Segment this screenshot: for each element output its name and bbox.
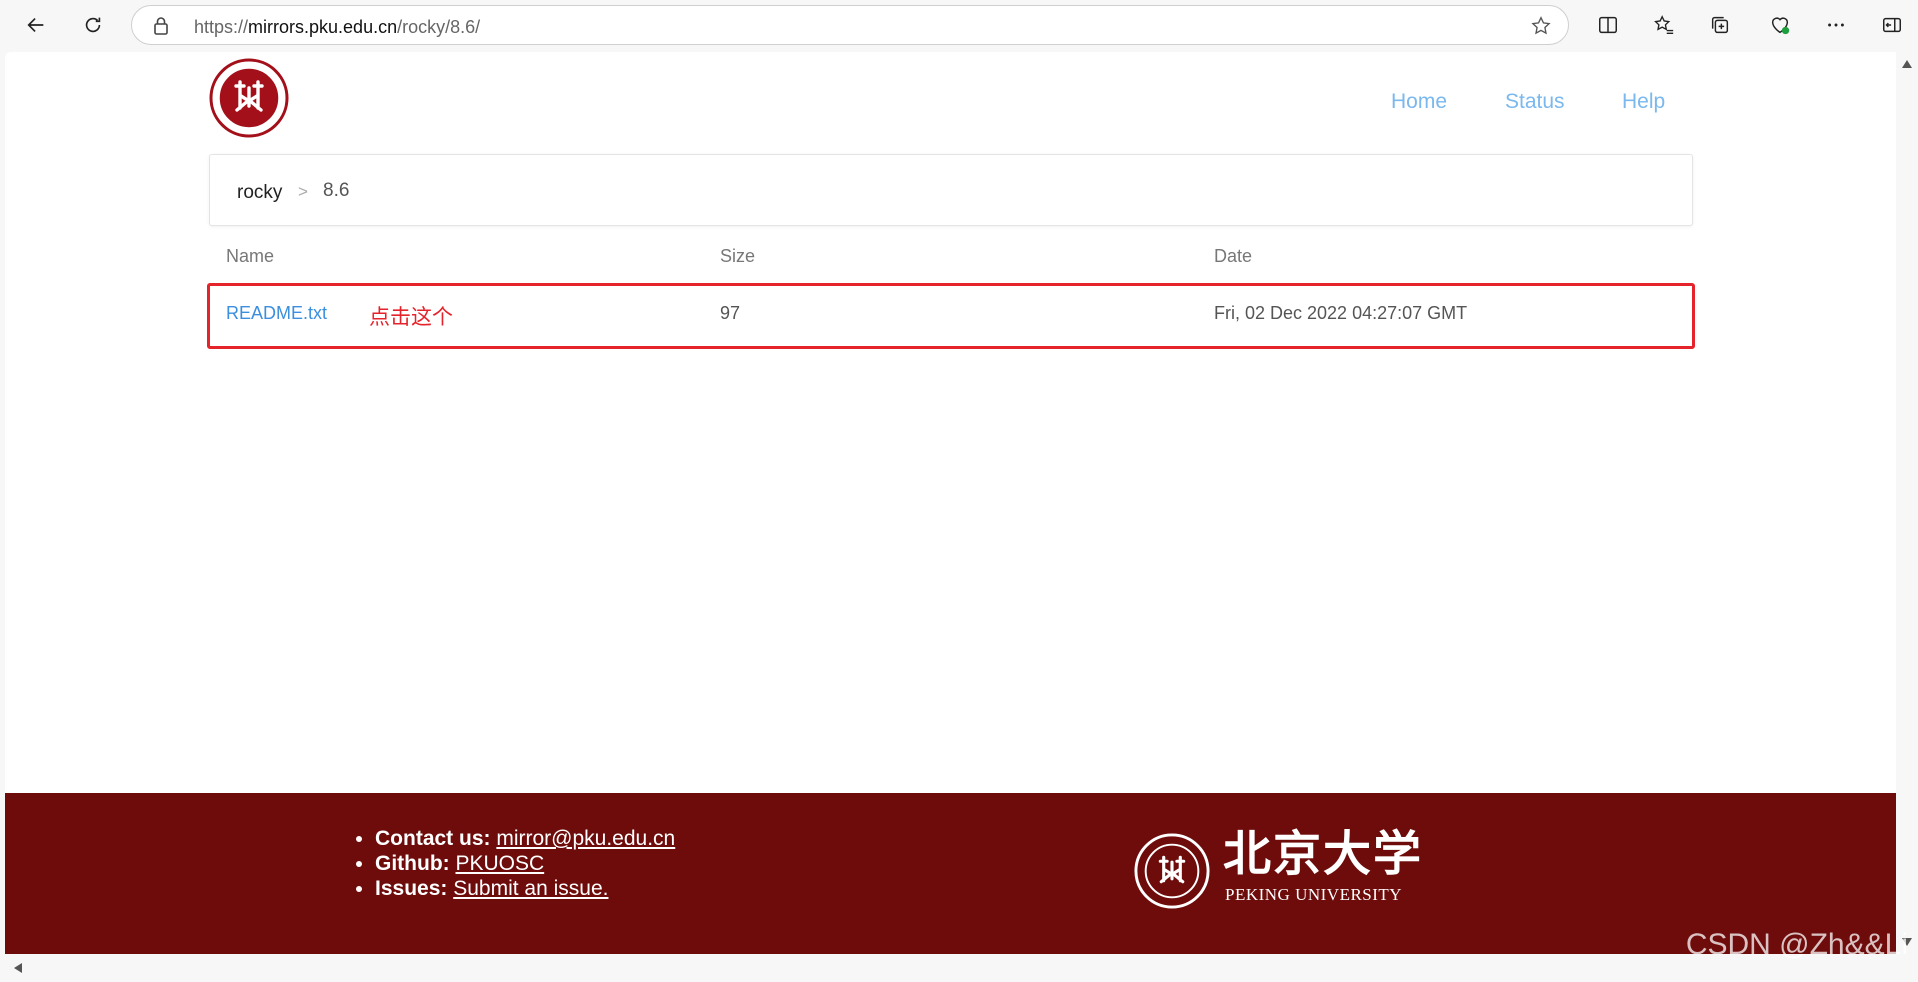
scroll-left-arrow-icon[interactable]: [14, 963, 22, 973]
breadcrumb-item-current: 8.6: [323, 180, 350, 201]
back-arrow-icon: [27, 17, 44, 33]
column-header-name[interactable]: Name: [226, 246, 274, 267]
github-link[interactable]: PKUOSC: [455, 852, 544, 875]
refresh-icon: [85, 17, 101, 33]
breadcrumb: rocky > 8.6: [209, 154, 1693, 226]
split-screen-button[interactable]: [1590, 7, 1626, 43]
chevron-right-icon: >: [298, 182, 308, 201]
watermark: CSDN @Zh&&Li: [1685, 928, 1908, 961]
breadcrumb-item-rocky[interactable]: rocky: [237, 182, 282, 204]
nav-help-link[interactable]: Help: [1622, 90, 1665, 114]
nav-status-link[interactable]: Status: [1505, 90, 1565, 114]
table-header: Name Size Date: [5, 246, 1896, 274]
url-host: mirrors.pku.edu.cn: [248, 17, 398, 37]
url-path: /rocky/8.6/: [397, 17, 481, 37]
top-navigation: Home Status Help: [5, 90, 1896, 120]
browser-toolbar: https://mirrors.pku.edu.cn/rocky/8.6/: [0, 0, 1918, 50]
browser-essentials-button[interactable]: [1762, 7, 1798, 43]
page-viewport: Home Status Help rocky > 8.6 Name Size D…: [5, 52, 1896, 954]
footer-contact-list: Contact us: mirror@pku.edu.cn Github: PK…: [351, 826, 675, 901]
footer-github-item: Github: PKUOSC: [375, 851, 675, 876]
collections-button[interactable]: [1702, 7, 1738, 43]
vertical-scrollbar[interactable]: [1896, 52, 1918, 954]
ellipsis-icon: [1828, 23, 1844, 27]
collections-icon: [1711, 16, 1729, 34]
contact-label: Contact us:: [375, 827, 491, 850]
submit-issue-link[interactable]: Submit an issue.: [453, 877, 608, 900]
issues-label: Issues:: [375, 877, 448, 900]
heart-pulse-icon: [1771, 17, 1790, 35]
favorite-star-icon[interactable]: [1530, 15, 1552, 37]
footer-issues-item: Issues: Submit an issue.: [375, 876, 675, 901]
favorites-icon: [1654, 15, 1674, 34]
contact-email-link[interactable]: mirror@pku.edu.cn: [496, 827, 675, 850]
url-prefix: https://: [194, 17, 249, 37]
address-bar[interactable]: https://mirrors.pku.edu.cn/rocky/8.6/: [131, 5, 1569, 45]
column-header-size[interactable]: Size: [720, 246, 755, 267]
scroll-up-arrow-icon[interactable]: [1902, 60, 1912, 68]
pku-brand-english: PEKING UNIVERSITY: [1225, 885, 1403, 904]
sidebar-toggle-button[interactable]: [1874, 7, 1910, 43]
url-text[interactable]: https://mirrors.pku.edu.cn/rocky/8.6/: [194, 17, 480, 38]
github-label: Github:: [375, 852, 450, 875]
column-header-date[interactable]: Date: [1214, 246, 1252, 267]
sidebar-icon: [1883, 17, 1901, 33]
horizontal-scrollbar[interactable]: [0, 954, 1918, 982]
pku-brand-chinese: 北京大学: [1223, 826, 1424, 882]
refresh-button[interactable]: [75, 7, 111, 43]
footer: Contact us: mirror@pku.edu.cn Github: PK…: [5, 793, 1896, 954]
favorites-button[interactable]: [1646, 7, 1682, 43]
pku-emblem-icon: [1134, 833, 1210, 909]
nav-home-link[interactable]: Home: [1391, 90, 1447, 114]
footer-contact-item: Contact us: mirror@pku.edu.cn: [375, 826, 675, 851]
annotation-text: 点击这个: [369, 306, 453, 329]
back-button[interactable]: [18, 7, 54, 43]
more-menu-button[interactable]: [1818, 7, 1854, 43]
lock-icon: [154, 17, 168, 35]
split-screen-icon: [1599, 16, 1617, 34]
